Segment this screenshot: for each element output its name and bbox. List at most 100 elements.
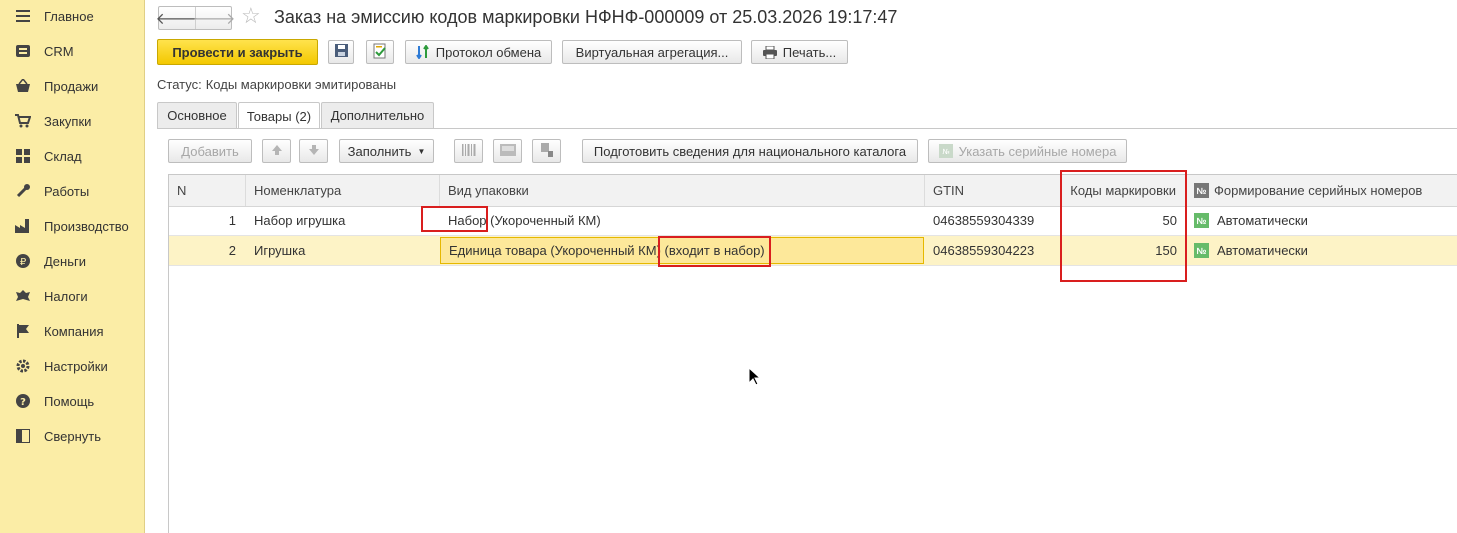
prepare-national-catalog-button[interactable]: Подготовить сведения для национального к…: [582, 139, 918, 163]
forward-button[interactable]: 🡒: [193, 7, 236, 29]
serial-number-icon: №: [1194, 243, 1209, 258]
sidebar-item-warehouse[interactable]: Склад: [0, 141, 144, 171]
barcode-icon: [461, 143, 477, 159]
ruble-icon: ₽: [15, 253, 31, 269]
cart-icon: [15, 113, 31, 129]
exchange-icon: [415, 45, 430, 59]
printer-icon: [762, 45, 777, 59]
warehouse-icon: [15, 148, 31, 164]
cell-serial-generation: № Автоматически: [1187, 206, 1457, 235]
sidebar-item-help[interactable]: ? Помощь: [0, 386, 144, 416]
emblem-icon: [15, 288, 31, 304]
help-icon: ?: [15, 393, 31, 409]
sidebar-item-works[interactable]: Работы: [0, 176, 144, 206]
history-navigation: 🡐 🡒: [156, 6, 236, 30]
cell-marking-codes: 150: [1155, 243, 1177, 258]
save-button[interactable]: [328, 40, 354, 64]
sidebar-item-collapse[interactable]: Свернуть: [0, 421, 144, 451]
exchange-protocol-button[interactable]: Протокол обмена: [405, 40, 552, 64]
cell-marking-codes: 50: [1162, 213, 1177, 228]
table-header: N Номенклатура Вид упаковки GTIN Коды ма…: [169, 175, 1457, 207]
cell-nomenclature: Игрушка: [254, 243, 306, 258]
basket-icon: [15, 78, 31, 94]
arrow-down-icon: [308, 144, 320, 159]
sidebar-item-production[interactable]: Производство: [0, 211, 144, 241]
sidebar-item-money[interactable]: ₽ Деньги: [0, 246, 144, 276]
cell-serial-generation: № Автоматически: [1187, 236, 1457, 265]
specify-serial-numbers-button[interactable]: № Указать серийные номера: [928, 139, 1127, 163]
move-down-button[interactable]: [299, 139, 328, 163]
move-up-button[interactable]: [262, 139, 291, 163]
add-row-button[interactable]: Добавить: [168, 139, 252, 163]
collapse-icon: [15, 428, 31, 444]
tab-main[interactable]: Основное: [157, 102, 237, 128]
svg-text:№: №: [942, 148, 949, 156]
cell-gtin: 04638559304223: [933, 243, 1035, 258]
post-and-close-button[interactable]: Провести и закрыть: [157, 39, 318, 65]
sidebar-item-purchases[interactable]: Закупки: [0, 106, 144, 136]
factory-icon: [15, 218, 31, 234]
post-document-icon: [372, 43, 388, 62]
svg-text:₽: ₽: [20, 257, 27, 268]
back-button[interactable]: 🡐: [156, 7, 198, 29]
svg-text:?: ?: [20, 397, 26, 408]
table-row[interactable]: 2 Игрушка Единица товара (Укороченный КМ…: [169, 236, 1457, 266]
status-label: Статус:: [157, 77, 202, 92]
package-type-main: Единица товара (Укороченный КМ): [449, 243, 661, 258]
arrow-up-icon: [271, 144, 283, 159]
sidebar-item-sales[interactable]: Продажи: [0, 71, 144, 101]
tab-divider: [157, 128, 1457, 129]
favorite-star-icon[interactable]: ☆: [241, 3, 261, 29]
selection-button[interactable]: [532, 139, 561, 163]
tab-goods[interactable]: Товары (2): [238, 102, 320, 129]
serial-number-icon: №: [1194, 183, 1209, 198]
sidebar: Главное CRM Продажи Закупки Склад Работы…: [0, 0, 145, 533]
serial-number-icon: №: [1194, 213, 1209, 228]
cell-package-type: Набор (Укороченный КМ): [440, 206, 925, 235]
data-collection-button[interactable]: [493, 139, 522, 163]
cell-gtin: 04638559304339: [933, 213, 1035, 228]
print-button[interactable]: Печать...: [751, 40, 848, 64]
scanner-icon: [540, 142, 554, 160]
cell-nomenclature: Набор игрушка: [254, 213, 346, 228]
gear-icon: [15, 358, 31, 374]
column-header-serial-generation[interactable]: № Формирование серийных номеров: [1187, 175, 1457, 206]
cell-n: 2: [228, 243, 236, 258]
cell-n: 1: [228, 213, 236, 228]
sidebar-item-settings[interactable]: Настройки: [0, 351, 144, 381]
arrow-right-icon: 🡒: [192, 10, 236, 28]
flag-icon: [15, 323, 31, 339]
virtual-aggregation-button[interactable]: Виртуальная агрегация...: [562, 40, 742, 64]
crm-icon: [15, 43, 31, 59]
package-type-note: (Укороченный КМ): [490, 213, 601, 228]
sidebar-item-company[interactable]: Компания: [0, 316, 144, 346]
tab-additional[interactable]: Дополнительно: [321, 102, 434, 128]
terminal-icon: [499, 143, 516, 159]
page-title: Заказ на эмиссию кодов маркировки НФНФ-0…: [274, 7, 898, 27]
status-value: Коды маркировки эмитированы: [205, 77, 397, 92]
sidebar-item-main[interactable]: Главное: [0, 1, 144, 31]
column-header-gtin[interactable]: GTIN: [925, 175, 1062, 206]
chevron-down-icon: ▼: [417, 146, 426, 156]
tools-icon: [15, 183, 31, 199]
serial-number-icon: №: [938, 144, 953, 158]
scan-barcode-button[interactable]: [454, 139, 483, 163]
package-type-main: Набор: [448, 213, 487, 228]
save-icon: [334, 44, 348, 60]
sidebar-item-taxes[interactable]: Налоги: [0, 281, 144, 311]
fill-dropdown-button[interactable]: Заполнить ▼: [339, 139, 434, 163]
column-header-n[interactable]: N: [169, 175, 246, 206]
document-form: 🡐 🡒 ☆ Заказ на эмиссию кодов маркировки …: [145, 0, 1457, 533]
cell-package-type[interactable]: Единица товара (Укороченный КМ) (входит …: [440, 237, 924, 264]
goods-table: N Номенклатура Вид упаковки GTIN Коды ма…: [168, 174, 1457, 533]
table-row[interactable]: 1 Набор игрушка Набор (Укороченный КМ) 0…: [169, 206, 1457, 236]
post-button[interactable]: [366, 40, 394, 64]
status-line: Статус: Коды маркировки эмитированы: [157, 77, 396, 92]
column-header-package-type[interactable]: Вид упаковки: [440, 175, 925, 206]
column-header-nomenclature[interactable]: Номенклатура: [246, 175, 440, 206]
column-header-marking-codes[interactable]: Коды маркировки: [1062, 175, 1187, 206]
menu-icon: [15, 8, 31, 24]
mouse-cursor-icon: [748, 366, 762, 389]
sidebar-item-crm[interactable]: CRM: [0, 36, 144, 66]
package-type-note: (входит в набор): [664, 243, 765, 258]
